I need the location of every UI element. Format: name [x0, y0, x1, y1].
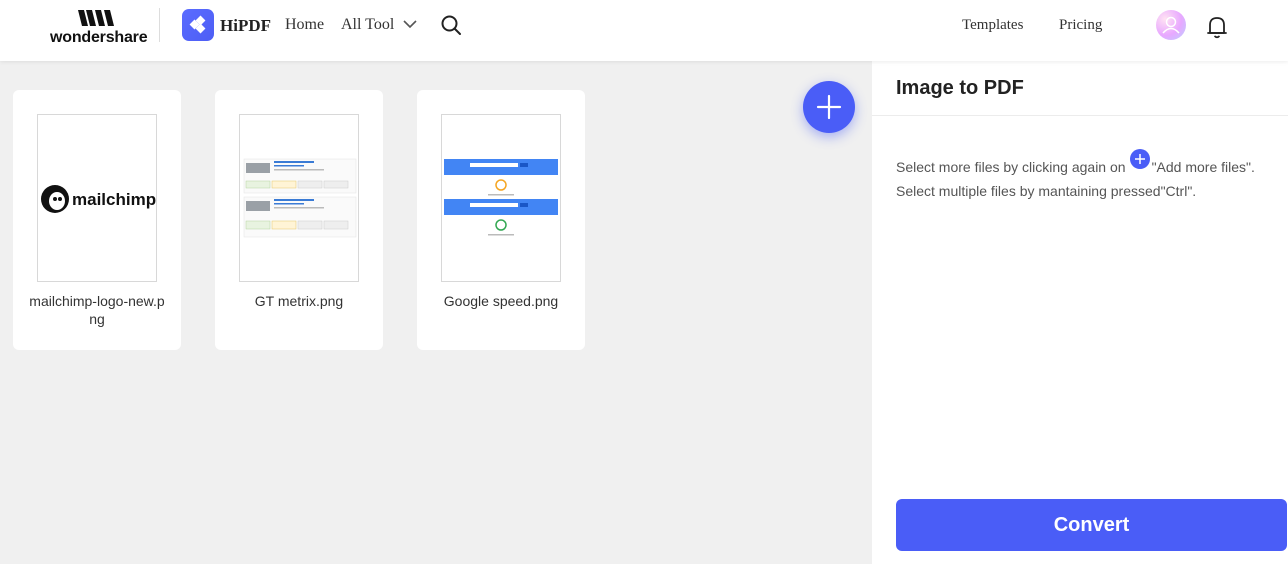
nav-templates-link[interactable]: Templates: [962, 17, 1023, 34]
file-card[interactable]: mailchimp mailchimp-logo-new.png: [13, 90, 181, 350]
nav-all-tool-menu[interactable]: All Tool: [341, 16, 394, 34]
file-thumbnail: [239, 114, 359, 282]
panel-title: Image to PDF: [896, 77, 1024, 99]
avatar[interactable]: [1156, 10, 1186, 40]
file-name: mailchimp-logo-new.png: [29, 293, 165, 327]
wondershare-wordmark: wondershare: [50, 29, 148, 46]
panel-divider: [872, 115, 1288, 116]
file-thumbnail: mailchimp: [37, 114, 157, 282]
nav-pricing-link[interactable]: Pricing: [1059, 17, 1102, 34]
pagespeed-report-image: [444, 159, 558, 236]
tool-panel: Image to PDF Select more files by clicki…: [872, 61, 1288, 564]
file-card[interactable]: GT metrix.png: [215, 90, 383, 350]
plus-icon: [816, 94, 842, 120]
add-files-hint: Select more files by clicking again on "A…: [896, 149, 1255, 175]
file-name: GT metrix.png: [254, 293, 344, 309]
plus-icon: [1129, 149, 1150, 169]
nav-home-link[interactable]: Home: [285, 16, 324, 34]
product-name[interactable]: HiPDF: [220, 16, 271, 36]
gtmetrix-report-image: [243, 158, 357, 238]
file-name: Google speed.png: [443, 293, 559, 309]
file-thumbnail: [441, 114, 561, 282]
wondershare-logo-icon: [78, 10, 114, 26]
add-more-files-button[interactable]: [803, 81, 855, 133]
search-icon[interactable]: [440, 14, 462, 36]
header-divider: [159, 8, 160, 42]
convert-button[interactable]: Convert: [896, 499, 1287, 551]
bell-icon[interactable]: [1206, 15, 1228, 39]
hipdf-logo-icon[interactable]: [182, 9, 214, 41]
top-header: wondershare HiPDF Home All Tool Template…: [0, 0, 1288, 61]
mailchimp-wordmark: mailchimp: [72, 190, 156, 209]
chevron-down-icon[interactable]: [402, 18, 418, 30]
hint-text-after: "Add more files".: [1151, 159, 1255, 175]
multi-select-hint: Select multiple files by mantaining pres…: [896, 183, 1197, 199]
file-card[interactable]: Google speed.png: [417, 90, 585, 350]
hint-text-before: Select more files by clicking again on: [896, 159, 1126, 175]
mailchimp-logo-image: mailchimp: [41, 185, 156, 213]
wondershare-logo[interactable]: wondershare: [50, 8, 148, 48]
